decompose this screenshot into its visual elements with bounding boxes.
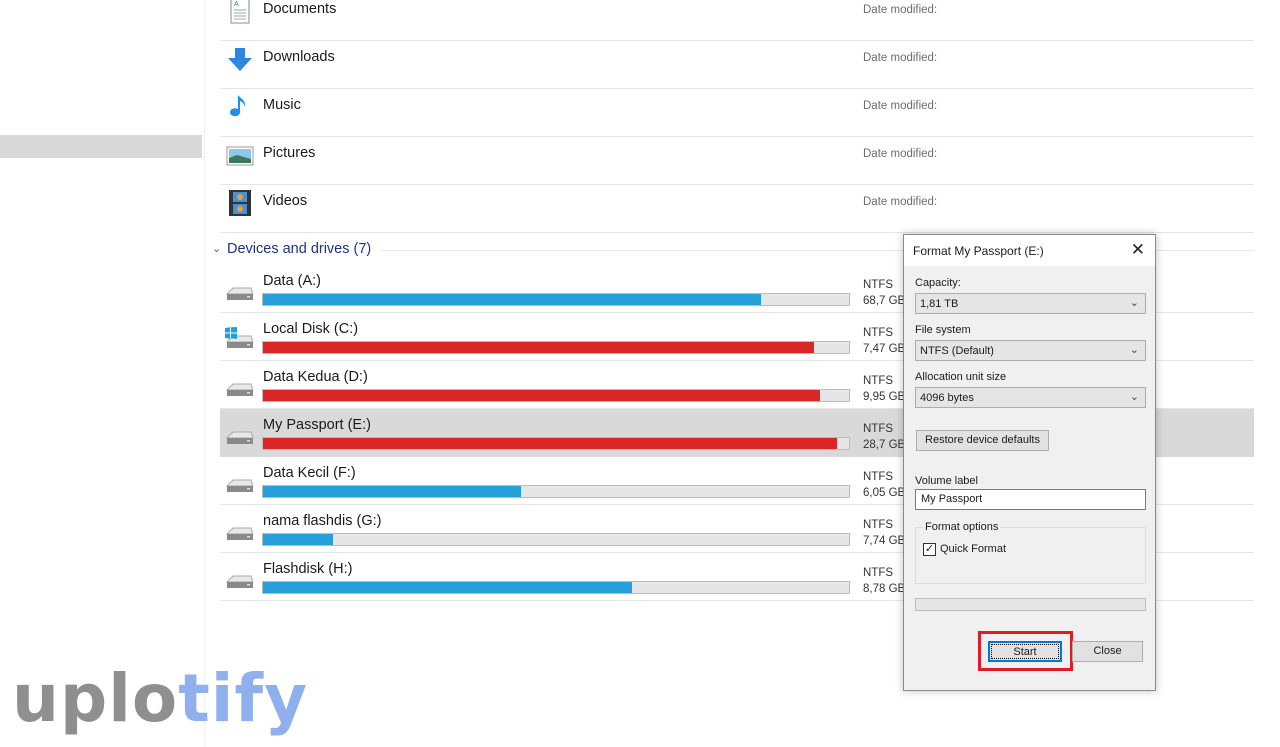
date-modified: Date modified:	[863, 148, 938, 160]
date-modified: Date modified:	[863, 100, 938, 112]
allocation-select[interactable]: 4096 bytes ⌄	[915, 387, 1146, 408]
drive-usage-fill	[263, 342, 814, 353]
capacity-label: Capacity:	[915, 277, 961, 289]
drive-icon	[225, 571, 255, 591]
drive-icon	[225, 475, 255, 495]
drive-info: NTFS 7,74 GB	[863, 519, 906, 547]
folder-item-documents[interactable]: A Documents Date modified:	[220, 0, 1254, 41]
format-options-label: Format options	[923, 521, 1001, 533]
drive-info: NTFS 28,7 GB	[863, 423, 906, 451]
navigation-pane	[0, 0, 205, 747]
date-modified: Date modified:	[863, 52, 938, 64]
format-progress-bar	[915, 598, 1146, 611]
drive-usage-fill	[263, 390, 820, 401]
drive-usage-bar	[262, 341, 850, 354]
format-dialog: Format My Passport (E:) ✕ Capacity: 1,81…	[903, 234, 1156, 691]
date-modified: Date modified:	[863, 4, 938, 16]
drive-usage-fill	[263, 534, 334, 545]
file-system-label: File system	[915, 324, 971, 336]
chevron-down-icon: ⌄	[1129, 344, 1139, 356]
folder-name: Pictures	[263, 145, 316, 161]
chevron-down-icon: ⌄	[212, 243, 222, 255]
drive-icon	[225, 327, 255, 351]
volume-label-input[interactable]: My Passport	[915, 489, 1146, 510]
allocation-label: Allocation unit size	[915, 371, 1007, 383]
format-options-group: Format options ✓ Quick Format	[915, 521, 1146, 584]
pictures-icon	[226, 141, 254, 169]
capacity-select[interactable]: 1,81 TB ⌄	[915, 293, 1146, 314]
folder-item-pictures[interactable]: Pictures Date modified:	[220, 137, 1254, 185]
drive-name: Data Kecil (F:)	[263, 465, 356, 481]
videos-icon	[226, 189, 254, 217]
date-modified: Date modified:	[863, 196, 938, 208]
drive-usage-fill	[263, 438, 838, 449]
drive-name: Local Disk (C:)	[263, 321, 359, 337]
drive-icon	[225, 379, 255, 399]
drive-name: Data (A:)	[263, 273, 322, 289]
documents-icon: A	[226, 0, 254, 25]
downloads-icon	[226, 45, 254, 73]
music-icon	[226, 93, 254, 121]
drive-usage-bar	[262, 533, 850, 546]
drive-usage-bar	[262, 437, 850, 450]
volume-label-label: Volume label	[915, 475, 978, 487]
close-button[interactable]: Close	[1072, 641, 1143, 662]
close-icon[interactable]: ✕	[1131, 240, 1145, 260]
svg-text:A: A	[234, 1, 239, 8]
group-label: Devices and drives (7)	[227, 241, 372, 257]
folder-item-videos[interactable]: Videos Date modified:	[220, 185, 1254, 233]
folder-item-music[interactable]: Music Date modified:	[220, 89, 1254, 137]
drive-info: NTFS 8,78 GB	[863, 567, 906, 595]
drive-name: Flashdisk (H:)	[263, 561, 353, 577]
drive-usage-fill	[263, 486, 521, 497]
start-button[interactable]: Start	[988, 641, 1062, 662]
drive-usage-bar	[262, 581, 850, 594]
chevron-down-icon: ⌄	[1129, 391, 1139, 403]
title-bar: Format My Passport (E:) ✕	[904, 235, 1155, 266]
folder-name: Documents	[263, 1, 337, 17]
folder-name: Videos	[263, 193, 308, 209]
quick-format-label[interactable]: Quick Format	[940, 543, 1006, 555]
drive-usage-bar	[262, 485, 850, 498]
drive-name: My Passport (E:)	[263, 417, 371, 433]
chevron-down-icon: ⌄	[1129, 297, 1139, 309]
drive-usage-fill	[263, 294, 762, 305]
quick-format-checkbox[interactable]: ✓	[923, 543, 936, 556]
drive-icon	[225, 523, 255, 543]
folder-name: Music	[263, 97, 301, 113]
file-system-select[interactable]: NTFS (Default) ⌄	[915, 340, 1146, 361]
nav-selected-item[interactable]	[0, 135, 202, 158]
drive-info: NTFS 68,7 GB	[863, 279, 906, 307]
drive-info: NTFS 9,95 GB	[863, 375, 906, 403]
folder-name: Downloads	[263, 49, 335, 65]
drive-icon	[225, 283, 255, 303]
dialog-title: Format My Passport (E:)	[913, 244, 1044, 258]
drive-name: nama flashdis (G:)	[263, 513, 382, 529]
folder-item-downloads[interactable]: Downloads Date modified:	[220, 41, 1254, 89]
drive-usage-bar	[262, 293, 850, 306]
drive-usage-fill	[263, 582, 633, 593]
uplotify-logo: uplotify	[12, 660, 309, 737]
restore-defaults-button[interactable]: Restore device defaults	[916, 430, 1049, 451]
drive-icon	[225, 427, 255, 447]
drive-info: NTFS 6,05 GB	[863, 471, 906, 499]
drive-usage-bar	[262, 389, 850, 402]
drive-name: Data Kedua (D:)	[263, 369, 368, 385]
drive-info: NTFS 7,47 GB	[863, 327, 906, 355]
